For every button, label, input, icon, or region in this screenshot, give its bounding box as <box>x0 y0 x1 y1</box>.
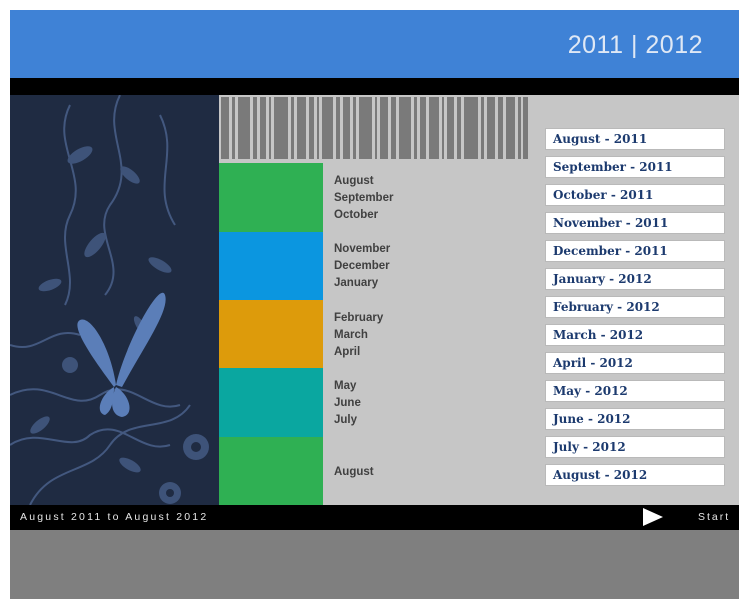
month-label-june: June <box>334 397 361 409</box>
play-icon[interactable] <box>643 508 663 526</box>
month-button-november-2011[interactable]: November - 2011 <box>545 212 725 234</box>
month-label-november: November <box>334 243 391 255</box>
month-button-august-2011[interactable]: August - 2011 <box>545 128 725 150</box>
month-label-may: May <box>334 380 357 392</box>
month-button-october-2011[interactable]: October - 2011 <box>545 184 725 206</box>
header-banner: 2011 | 2012 <box>10 10 739 78</box>
month-label-april: April <box>334 346 361 358</box>
top-black-bar <box>10 78 739 95</box>
month-label-october: October <box>334 209 379 221</box>
month-button-december-2011[interactable]: December - 2011 <box>545 240 725 262</box>
month-label-september: September <box>334 192 394 204</box>
month-button-january-2012[interactable]: January - 2012 <box>545 268 725 290</box>
month-label-january: January <box>334 277 379 289</box>
month-button-july-2012[interactable]: July - 2012 <box>545 436 725 458</box>
date-range-text: August 2011 to August 2012 <box>20 511 209 523</box>
month-button-may-2012[interactable]: May - 2012 <box>545 380 725 402</box>
barcode-graphic <box>221 97 528 159</box>
month-label-august-2011: August <box>334 175 374 187</box>
month-button-june-2012[interactable]: June - 2012 <box>545 408 725 430</box>
month-button-april-2012[interactable]: April - 2012 <box>545 352 725 374</box>
month-button-february-2012[interactable]: February - 2012 <box>545 296 725 318</box>
butterfly-artwork <box>10 95 219 505</box>
month-label-december: December <box>334 260 390 272</box>
band-aug <box>219 437 323 505</box>
floral-butterfly-illustration <box>10 95 209 505</box>
month-label-august-2012: August <box>334 466 374 478</box>
band-nov-jan <box>219 232 323 300</box>
band-may-jul <box>219 368 323 437</box>
footer-gray-area <box>10 530 739 599</box>
month-label-february: February <box>334 312 384 324</box>
timeline-panel: August September October November Decemb… <box>219 95 739 505</box>
month-label-march: March <box>334 329 368 341</box>
month-label-july: July <box>334 414 358 426</box>
month-button-august-2012[interactable]: August - 2012 <box>545 464 725 486</box>
month-button-march-2012[interactable]: March - 2012 <box>545 324 725 346</box>
year-title: 2011 | 2012 <box>567 31 703 59</box>
bottom-bar: August 2011 to August 2012 Start <box>10 505 739 530</box>
month-button-september-2011[interactable]: September - 2011 <box>545 156 725 178</box>
band-aug-oct <box>219 163 323 232</box>
band-feb-apr <box>219 300 323 368</box>
start-button[interactable]: Start <box>698 511 730 523</box>
